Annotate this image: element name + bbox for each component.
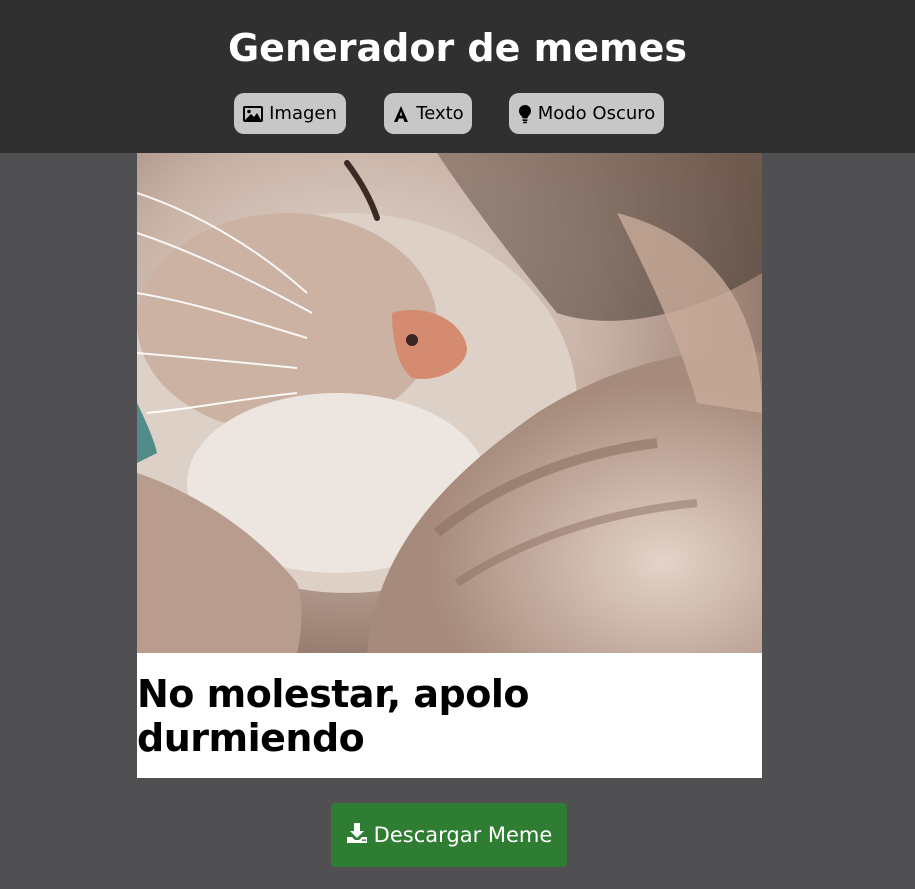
text-button[interactable]: Texto bbox=[384, 93, 472, 134]
page-title: Generador de memes bbox=[227, 26, 687, 70]
meme-image bbox=[137, 153, 762, 653]
image-button[interactable]: Imagen bbox=[234, 93, 346, 134]
download-icon bbox=[346, 822, 368, 849]
download-button-label: Descargar Meme bbox=[373, 823, 553, 847]
cat-photo bbox=[137, 153, 762, 653]
text-icon bbox=[392, 105, 410, 123]
text-button-label: Texto bbox=[416, 103, 464, 124]
dark-mode-button[interactable]: Modo Oscuro bbox=[509, 93, 664, 134]
meme-canvas: No molestar, apolo durmiendo bbox=[137, 153, 762, 778]
lightbulb-icon bbox=[518, 104, 532, 124]
app-header: Generador de memes Imagen Texto Modo Osc… bbox=[0, 0, 915, 153]
image-icon bbox=[243, 105, 264, 122]
dark-mode-button-label: Modo Oscuro bbox=[537, 103, 656, 124]
download-meme-button[interactable]: Descargar Meme bbox=[331, 803, 567, 867]
meme-caption: No molestar, apolo durmiendo bbox=[137, 671, 529, 760]
image-button-label: Imagen bbox=[269, 103, 337, 124]
